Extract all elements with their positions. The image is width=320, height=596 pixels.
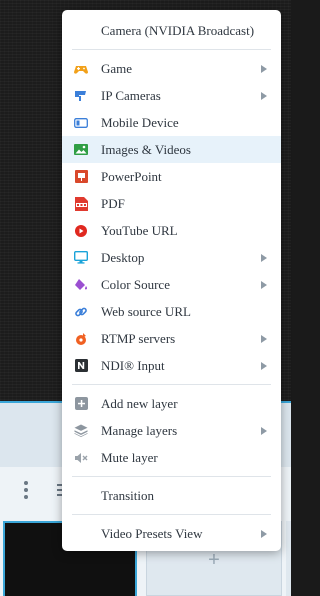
submenu-arrow-icon xyxy=(261,64,267,73)
menu-item-add-new-layer[interactable]: Add new layer xyxy=(62,390,281,417)
pdf-icon xyxy=(74,196,88,211)
rtmp-icon xyxy=(74,332,88,346)
menu-item-ip-cameras[interactable]: IP Cameras xyxy=(62,82,281,109)
menu-item-mobile-device[interactable]: Mobile Device xyxy=(62,109,281,136)
menu-item-label: RTMP servers xyxy=(101,330,176,346)
menu-item-web-source-url[interactable]: Web source URL xyxy=(62,298,281,325)
ndi-icon xyxy=(74,359,88,373)
menu-item-label: Mute layer xyxy=(101,449,158,465)
submenu-arrow-icon xyxy=(261,253,267,262)
menu-item-label: Color Source xyxy=(101,276,170,292)
menu-item-game[interactable]: Game xyxy=(62,55,281,82)
menu-divider xyxy=(72,384,271,385)
mobile-device-icon xyxy=(74,116,88,130)
image-icon xyxy=(74,143,88,157)
menu-item-label: YouTube URL xyxy=(101,222,178,238)
submenu-arrow-icon xyxy=(261,426,267,435)
submenu-arrow-icon xyxy=(261,91,267,100)
submenu-arrow-icon xyxy=(261,529,267,538)
menu-item-label: PDF xyxy=(101,195,125,211)
menu-item-powerpoint[interactable]: PowerPoint xyxy=(62,163,281,190)
menu-item-youtube-url[interactable]: YouTube URL xyxy=(62,217,281,244)
menu-divider xyxy=(72,514,271,515)
menu-item-video-presets-view[interactable]: Video Presets View xyxy=(62,520,281,547)
layers-icon xyxy=(74,424,88,438)
menu-item-manage-layers[interactable]: Manage layers xyxy=(62,417,281,444)
submenu-arrow-icon xyxy=(261,361,267,370)
menu-item-mute-layer[interactable]: Mute layer xyxy=(62,444,281,471)
menu-item-label: Manage layers xyxy=(101,422,178,438)
add-source-menu: Camera (NVIDIA Broadcast) Game IP Camera… xyxy=(62,10,281,551)
link-icon xyxy=(74,305,88,319)
menu-item-label: Web source URL xyxy=(101,303,191,319)
ip-camera-icon xyxy=(74,89,88,103)
menu-item-label: Desktop xyxy=(101,249,145,265)
menu-divider xyxy=(72,476,271,477)
youtube-icon xyxy=(74,224,88,238)
menu-item-color-source[interactable]: Color Source xyxy=(62,271,281,298)
menu-item-label: Images & Videos xyxy=(101,141,191,157)
menu-item-label: NDI® Input xyxy=(101,357,165,373)
menu-item-images-videos[interactable]: Images & Videos xyxy=(62,136,281,163)
powerpoint-icon xyxy=(74,170,88,184)
menu-item-label: Add new layer xyxy=(101,395,178,411)
monitor-icon xyxy=(74,251,88,265)
menu-divider xyxy=(72,49,271,50)
menu-item-label: Camera (NVIDIA Broadcast) xyxy=(101,22,255,38)
menu-item-desktop[interactable]: Desktop xyxy=(62,244,281,271)
menu-item-camera[interactable]: Camera (NVIDIA Broadcast) xyxy=(62,17,281,44)
gamepad-icon xyxy=(74,62,88,76)
menu-item-label: Video Presets View xyxy=(101,525,203,541)
menu-item-label: Game xyxy=(101,60,133,76)
submenu-arrow-icon xyxy=(261,334,267,343)
paint-bucket-icon xyxy=(74,278,88,292)
menu-item-label: IP Cameras xyxy=(101,87,161,103)
plus-icon: + xyxy=(208,549,220,571)
submenu-arrow-icon xyxy=(261,280,267,289)
menu-item-rtmp-servers[interactable]: RTMP servers xyxy=(62,325,281,352)
menu-item-transition[interactable]: Transition xyxy=(62,482,281,509)
mute-icon xyxy=(74,451,88,465)
menu-item-pdf[interactable]: PDF xyxy=(62,190,281,217)
menu-item-label: PowerPoint xyxy=(101,168,162,184)
menu-item-ndi-input[interactable]: NDI® Input xyxy=(62,352,281,379)
menu-item-label: Mobile Device xyxy=(101,114,179,130)
add-square-icon xyxy=(74,397,88,411)
scene-tile-edge xyxy=(286,521,291,596)
menu-item-label: Transition xyxy=(101,487,154,503)
more-options-icon[interactable] xyxy=(22,481,30,499)
